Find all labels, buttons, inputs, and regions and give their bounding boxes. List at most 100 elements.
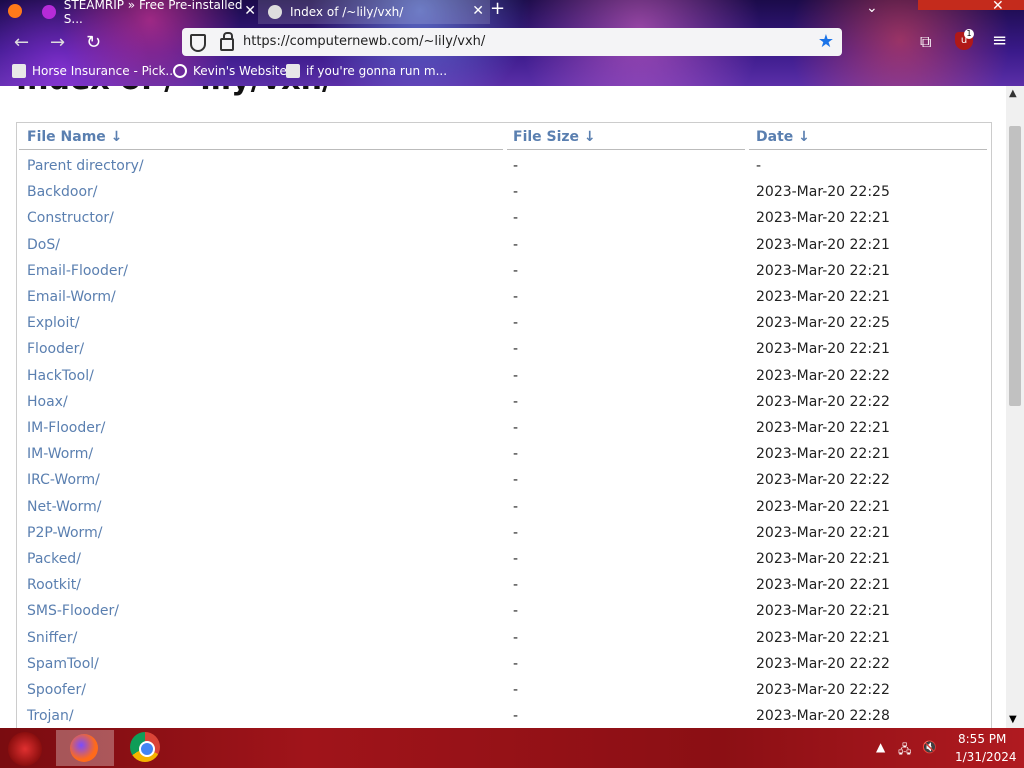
file-link[interactable]: Net-Worm/	[27, 499, 102, 515]
tray-chevron-icon[interactable]: ▲	[876, 740, 885, 754]
page-title: Index of /~lily/vxh/	[16, 86, 333, 97]
table-row: Email-Worm/ - 2023-Mar-20 22:21	[17, 289, 991, 315]
close-window-icon[interactable]: ✕	[992, 0, 1004, 14]
scroll-up-icon[interactable]: ▲	[1009, 88, 1017, 99]
tab-index-of[interactable]: Index of /~lily/vxh/ ✕	[258, 0, 490, 24]
file-link[interactable]: SpamTool/	[27, 656, 99, 672]
table-row: Flooder/ - 2023-Mar-20 22:21	[17, 341, 991, 367]
file-link[interactable]: HackTool/	[27, 368, 94, 384]
file-date: 2023-Mar-20 22:21	[756, 446, 890, 463]
file-date: 2023-Mar-20 22:21	[756, 289, 890, 305]
clock-date[interactable]: 1/31/2024	[955, 750, 1017, 764]
extensions-icon[interactable]: ⧉	[920, 32, 931, 52]
file-link[interactable]: Exploit/	[27, 315, 80, 331]
bookmark-favicon-icon	[12, 64, 26, 78]
file-link[interactable]: Spoofer/	[27, 682, 86, 698]
new-tab-button[interactable]: +	[490, 0, 505, 19]
taskbar: ▲ 🖧 🔇 8:55 PM 1/31/2024	[0, 728, 1024, 768]
table-row: Backdoor/ - 2023-Mar-20 22:25	[17, 184, 991, 210]
file-size: -	[513, 551, 519, 567]
close-tab-icon[interactable]: ✕	[472, 3, 484, 19]
file-date: 2023-Mar-20 22:21	[756, 498, 890, 515]
file-link[interactable]: Hoax/	[27, 394, 68, 410]
file-link[interactable]: Sniffer/	[27, 630, 77, 646]
file-link[interactable]: IM-Flooder/	[27, 420, 105, 436]
table-row: Email-Flooder/ - 2023-Mar-20 22:21	[17, 263, 991, 289]
file-size: -	[513, 603, 519, 620]
bookmark-if-youre-gonna[interactable]: if you're gonna run m...	[286, 64, 447, 78]
file-link[interactable]: DoS/	[27, 237, 60, 253]
reload-icon[interactable]: ↻	[86, 32, 101, 53]
bookmark-label: if you're gonna run m...	[306, 64, 448, 78]
file-date: 2023-Mar-20 22:21	[756, 524, 890, 541]
address-bar[interactable]: https://computernewb.com/~lily/vxh/ ★	[182, 28, 842, 56]
file-size: -	[513, 655, 519, 672]
page-content: Index of /~lily/vxh/ File Name ↓ File Si…	[0, 86, 1006, 728]
extension-badge: 1	[964, 29, 974, 39]
scroll-down-icon[interactable]: ▼	[1009, 714, 1017, 725]
file-size: -	[513, 498, 519, 515]
file-link[interactable]: Constructor/	[27, 210, 114, 226]
bookmark-horse-insurance[interactable]: Horse Insurance - Pick...	[12, 64, 177, 78]
file-link[interactable]: SMS-Flooder/	[27, 603, 119, 619]
file-date: 2023-Mar-20 22:25	[756, 315, 890, 332]
file-link[interactable]: Packed/	[27, 551, 81, 567]
file-date: 2023-Mar-20 22:21	[756, 577, 890, 594]
file-date: 2023-Mar-20 22:21	[756, 262, 890, 279]
taskbar-firefox[interactable]	[56, 730, 114, 766]
file-date: -	[756, 158, 762, 174]
file-link[interactable]: Parent directory/	[27, 158, 144, 174]
file-size: -	[513, 341, 519, 358]
file-link[interactable]: IM-Worm/	[27, 446, 93, 462]
file-size: -	[513, 629, 519, 646]
file-link[interactable]: Backdoor/	[27, 184, 97, 200]
file-link[interactable]: P2P-Worm/	[27, 525, 102, 541]
file-size: -	[513, 184, 519, 201]
file-date: 2023-Mar-20 22:21	[756, 236, 890, 253]
forward-icon[interactable]: →	[50, 32, 65, 53]
table-row: Spoofer/ - 2023-Mar-20 22:22	[17, 682, 991, 708]
file-date: 2023-Mar-20 22:21	[756, 341, 890, 358]
list-tabs-icon[interactable]: ⌄	[866, 0, 878, 16]
file-link[interactable]: Flooder/	[27, 341, 84, 357]
firefox-icon[interactable]	[8, 4, 22, 18]
file-link[interactable]: Email-Worm/	[27, 289, 116, 305]
bookmark-label: Kevin's Website	[193, 64, 287, 78]
chrome-icon[interactable]	[130, 732, 160, 762]
column-header-date[interactable]: Date ↓	[756, 129, 810, 145]
file-date: 2023-Mar-20 22:21	[756, 629, 890, 646]
tab-steamrip[interactable]: STEAMRIP » Free Pre-installed S... ✕	[32, 0, 262, 26]
file-link[interactable]: Trojan/	[27, 708, 74, 724]
globe-icon	[173, 64, 187, 78]
file-date: 2023-Mar-20 22:22	[756, 393, 890, 410]
back-icon[interactable]: ←	[14, 32, 29, 53]
column-header-file-name[interactable]: File Name ↓	[27, 129, 122, 145]
table-row: Net-Worm/ - 2023-Mar-20 22:21	[17, 499, 991, 525]
scroll-thumb[interactable]	[1009, 126, 1021, 406]
file-link[interactable]: IRC-Worm/	[27, 472, 100, 488]
bookmark-star-icon[interactable]: ★	[818, 31, 834, 52]
file-link[interactable]: Rootkit/	[27, 577, 81, 593]
table-row: IM-Flooder/ - 2023-Mar-20 22:21	[17, 420, 991, 446]
network-icon[interactable]: 🖧	[898, 740, 911, 761]
column-header-file-size[interactable]: File Size ↓	[513, 129, 596, 145]
file-link[interactable]: Email-Flooder/	[27, 263, 128, 279]
vertical-scrollbar[interactable]: ▲ ▼	[1006, 86, 1024, 728]
lock-icon[interactable]	[220, 32, 234, 51]
start-button[interactable]	[8, 732, 42, 766]
file-size: -	[513, 682, 519, 698]
file-date: 2023-Mar-20 22:22	[756, 367, 890, 384]
clock-time[interactable]: 8:55 PM	[958, 732, 1006, 746]
file-size: -	[513, 472, 519, 489]
file-size: -	[513, 210, 519, 227]
window-close-button[interactable]	[918, 0, 1024, 10]
tracking-shield-icon[interactable]	[190, 34, 206, 52]
header-divider	[507, 149, 745, 150]
volume-muted-icon[interactable]: 🔇	[922, 740, 937, 754]
bookmark-kevins-website[interactable]: Kevin's Website	[173, 64, 287, 78]
bookmark-label: Horse Insurance - Pick...	[32, 64, 177, 78]
table-row: Parent directory/ - -	[17, 158, 991, 184]
hamburger-menu-icon[interactable]: ≡	[992, 30, 1007, 51]
close-tab-icon[interactable]: ✕	[244, 3, 256, 19]
url-text[interactable]: https://computernewb.com/~lily/vxh/	[243, 34, 485, 49]
